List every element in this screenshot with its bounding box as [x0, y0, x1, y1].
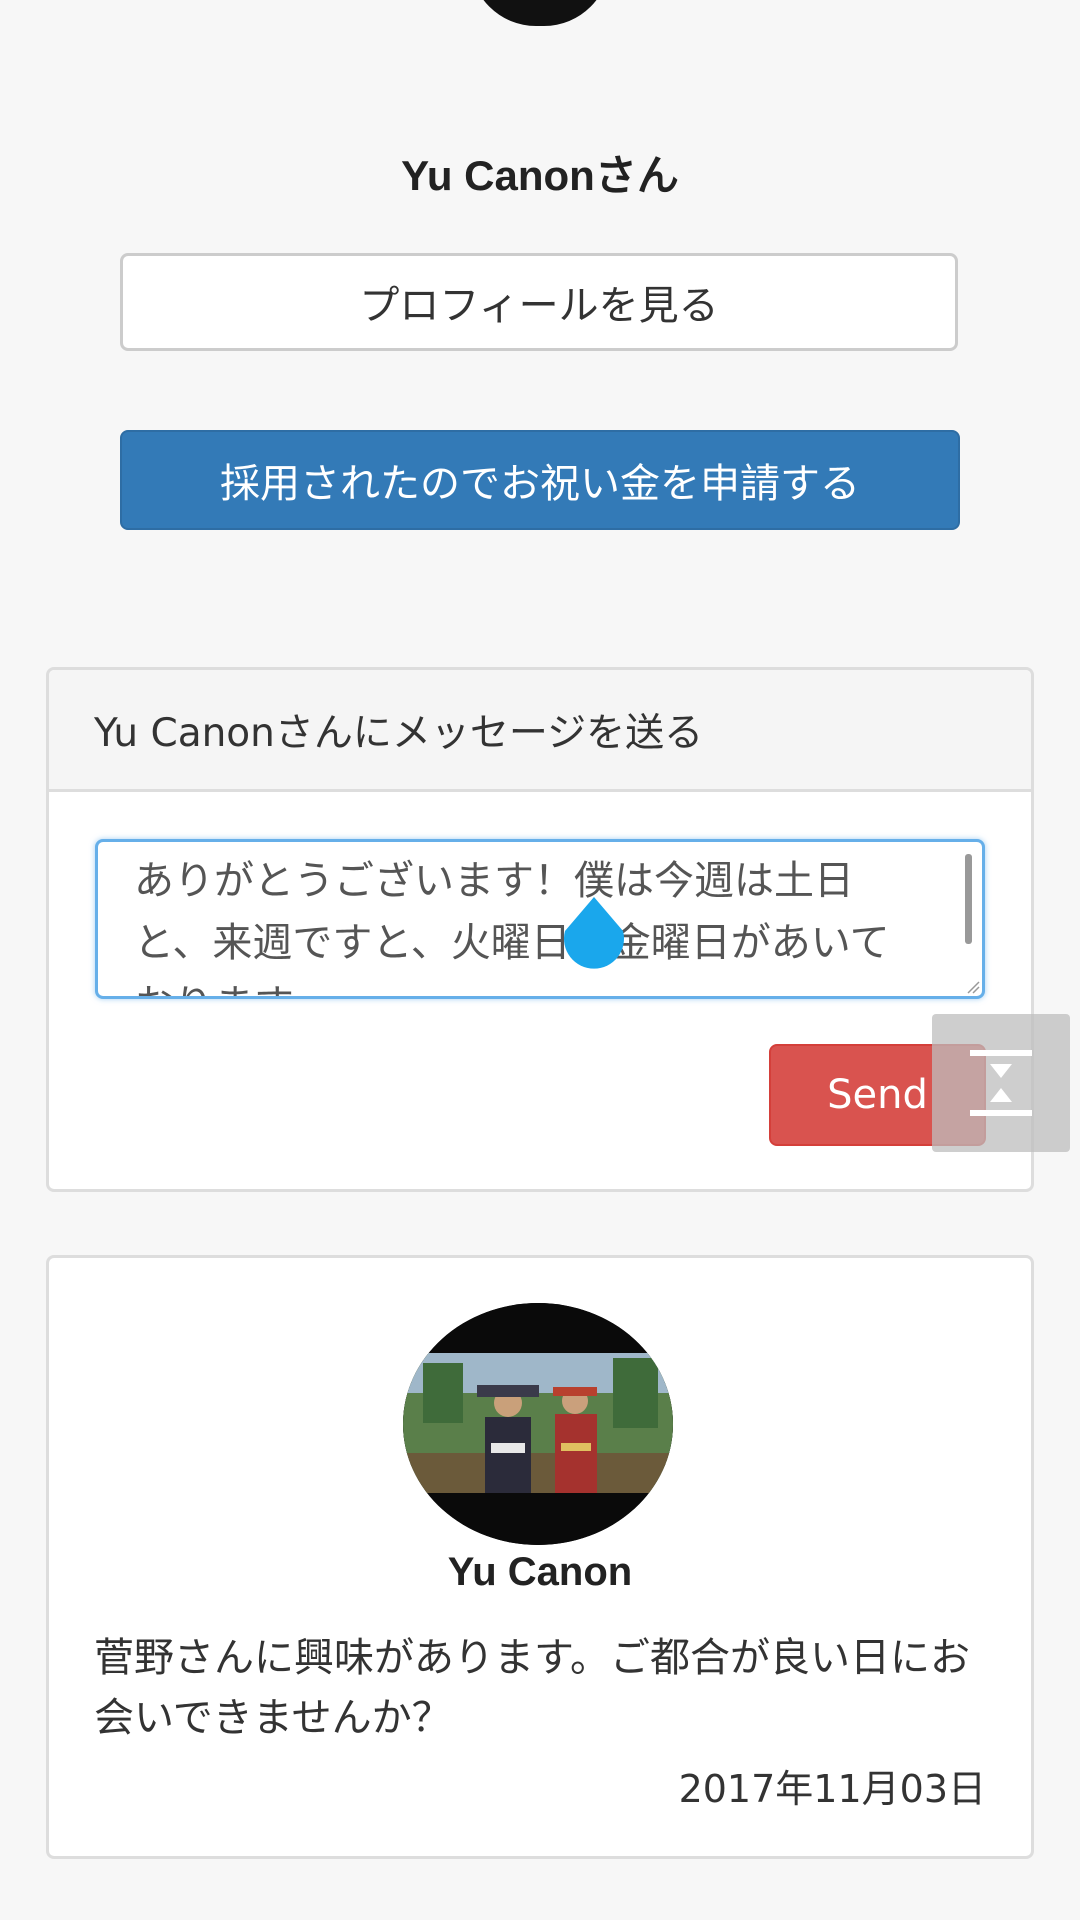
fast-scroll-icon — [970, 1050, 1032, 1116]
fast-scroll-handle[interactable] — [932, 1014, 1070, 1152]
profile-avatar — [470, 0, 610, 26]
textarea-scrollbar[interactable] — [965, 854, 972, 944]
sender-avatar — [403, 1303, 673, 1545]
received-message-card: Yu Canon 菅野さんに興味があります。ご都合が良い日にお会いできませんか？… — [46, 1255, 1034, 1859]
message-textarea[interactable]: ありがとうございます！僕は今週は土日と、来週ですと、火曜日と金曜日があいておりま… — [95, 839, 985, 999]
page: Yu Canonさん プロフィールを見る 採用されたのでお祝い金を申請する Yu… — [0, 0, 1080, 1920]
user-name-heading: Yu Canonさん — [401, 152, 679, 199]
sender-name: Yu Canon — [447, 1550, 633, 1594]
view-profile-button[interactable]: プロフィールを見る — [120, 253, 958, 351]
sender-photo — [403, 1303, 673, 1545]
apply-bonus-button[interactable]: 採用されたのでお祝い金を申請する — [120, 430, 960, 530]
text-cursor-handle-icon[interactable] — [561, 895, 627, 979]
message-panel-title: Yu Canonさんにメッセージを送る — [49, 670, 1031, 792]
message-body: 菅野さんに興味があります。ご都合が良い日にお会いできませんか？ — [94, 1635, 970, 1741]
message-textarea-value: ありがとうございます！僕は今週は土日と、来週ですと、火曜日と金曜日があいておりま… — [134, 858, 890, 996]
message-date: 2017年11月03日 — [678, 1767, 986, 1811]
resize-grip-icon[interactable] — [966, 980, 980, 994]
